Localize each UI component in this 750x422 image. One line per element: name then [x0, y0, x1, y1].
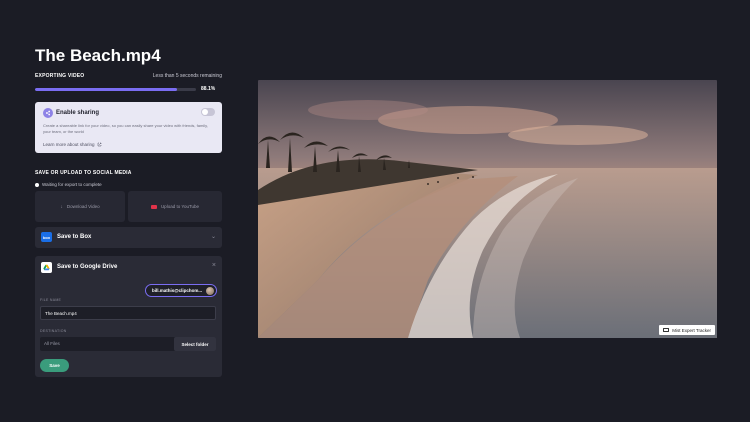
export-progress-percent: 88.1% — [201, 86, 216, 92]
share-icon — [43, 108, 53, 118]
status-dot — [35, 182, 39, 187]
destination-field: All Files Select folder — [40, 337, 216, 351]
save-to-box-row[interactable]: box Save to Box ⌄ — [35, 227, 222, 248]
close-icon[interactable]: × — [212, 262, 216, 269]
upload-youtube-button[interactable]: Upload to YouTube — [128, 191, 222, 222]
google-drive-title: Save to Google Drive — [57, 264, 118, 270]
export-progress-bar — [35, 88, 196, 91]
waiting-status: Waiting for export to complete — [35, 182, 102, 187]
waiting-text: Waiting for export to complete — [42, 182, 102, 187]
save-to-box-label: Save to Box — [57, 234, 92, 240]
sharing-description: Create a shareable link for your video, … — [43, 123, 208, 134]
download-video-button[interactable]: ↓ Download Video — [35, 191, 125, 222]
social-section-title: SAVE OR UPLOAD TO SOCIAL MEDIA — [35, 170, 132, 176]
beach-sunset-image — [258, 80, 717, 338]
learn-more-label: Learn more about sharing — [43, 142, 95, 147]
account-email: bill.mathis@clipchom... — [152, 288, 203, 293]
file-name-label: FILE NAME — [40, 298, 62, 302]
google-drive-card: Save to Google Drive × bill.mathis@clipc… — [35, 256, 222, 377]
video-preview[interactable]: Mist Expert Tracker — [258, 80, 717, 338]
tracker-icon — [663, 328, 670, 332]
tracker-label: Mist Expert Tracker — [672, 327, 711, 333]
download-video-label: Download Video — [66, 204, 100, 209]
external-link-icon — [97, 142, 101, 147]
destination-value: All Files — [44, 341, 60, 346]
sharing-card: Enable sharing Create a shareable link f… — [35, 102, 222, 153]
learn-more-link[interactable]: Learn more about sharing — [43, 142, 102, 147]
download-icon: ↓ — [60, 203, 63, 210]
export-label: EXPORTING VIDEO — [35, 73, 85, 79]
avatar — [206, 287, 214, 295]
account-selector[interactable]: bill.mathis@clipchom... — [145, 284, 217, 297]
google-drive-icon — [41, 262, 52, 273]
chevron-down-icon[interactable]: ⌄ — [211, 233, 216, 240]
export-remaining-text: Less than 5 seconds remaining — [152, 73, 222, 79]
destination-label: DESTINATION — [40, 329, 67, 333]
export-status-row: EXPORTING VIDEO Less than 5 seconds rema… — [35, 73, 222, 79]
sharing-toggle[interactable] — [201, 108, 215, 116]
upload-youtube-label: Upload to YouTube — [160, 204, 200, 209]
file-name-input[interactable] — [40, 306, 216, 320]
export-progress-fill — [35, 88, 177, 91]
save-button[interactable]: Save — [40, 359, 69, 372]
box-logo: box — [41, 232, 52, 242]
page-title: The Beach.mp4 — [35, 46, 161, 65]
youtube-icon — [150, 204, 157, 209]
tracker-badge[interactable]: Mist Expert Tracker — [659, 325, 715, 335]
sharing-title: Enable sharing — [56, 110, 100, 116]
select-folder-button[interactable]: Select folder — [174, 337, 216, 351]
